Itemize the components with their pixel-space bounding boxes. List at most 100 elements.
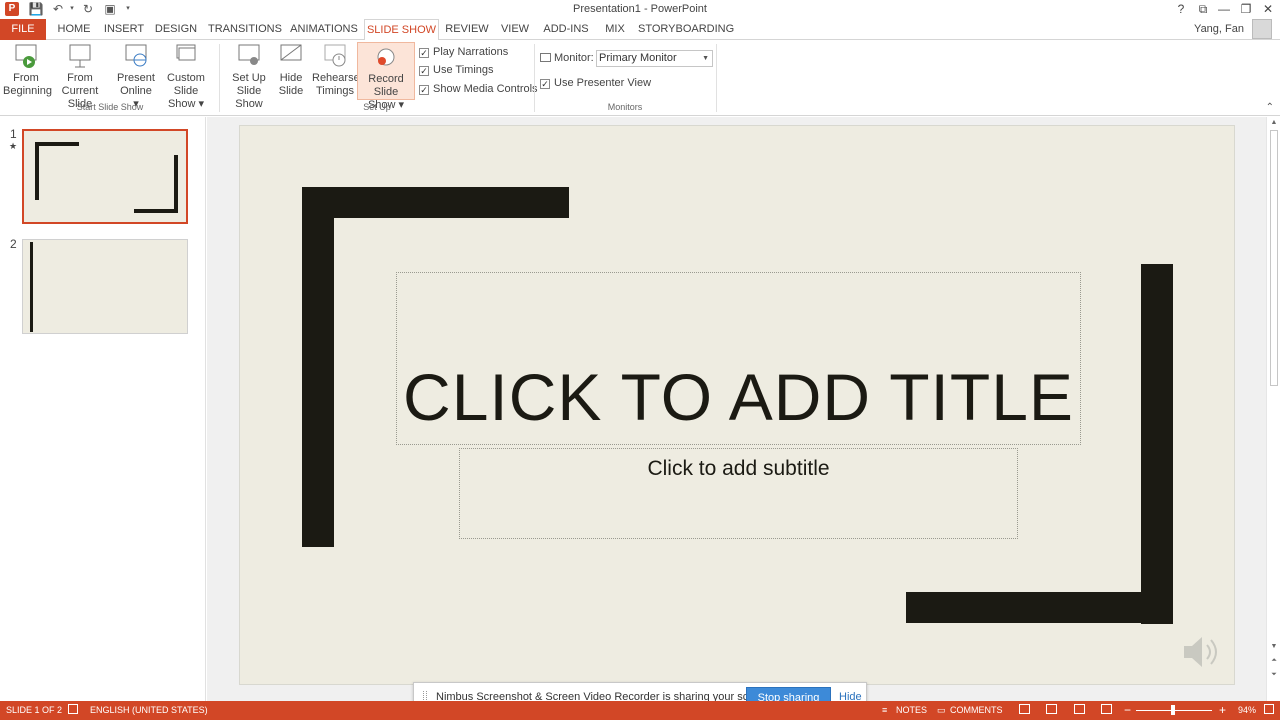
- fit-slide-icon[interactable]: [1264, 704, 1274, 714]
- zoom-in-button[interactable]: +: [1219, 703, 1226, 717]
- collapse-ribbon-icon[interactable]: ⌃: [1266, 102, 1274, 113]
- record-slide-show-button[interactable]: Record Slide Show ▾: [357, 42, 415, 111]
- rehearse-timings-icon: [324, 44, 346, 67]
- present-online-button[interactable]: Present Online ▾: [116, 42, 156, 111]
- group-label-start-slide-show: Start Slide Show: [76, 102, 144, 112]
- checkbox-box: ✓: [419, 85, 429, 95]
- ribbon-display-options-icon[interactable]: ⧉: [1192, 0, 1214, 18]
- tab-view[interactable]: VIEW: [498, 19, 532, 40]
- user-name[interactable]: Yang, Fan: [1194, 23, 1244, 35]
- custom-slide-show-icon: [176, 44, 196, 61]
- tab-insert[interactable]: INSERT: [102, 19, 146, 40]
- hide-slide-button[interactable]: Hide Slide: [276, 42, 306, 98]
- tab-storyboarding[interactable]: STORYBOARDING: [638, 19, 734, 40]
- checkbox-box: ✓: [540, 79, 550, 89]
- notes-icon[interactable]: ≡: [882, 705, 887, 715]
- rehearse-label-2: Timings: [315, 85, 355, 97]
- play-narrations-checkbox[interactable]: ✓ Play Narrations: [419, 45, 508, 59]
- corner-bar-bottom-right: [906, 592, 1173, 623]
- slide-thumbnail-1[interactable]: [22, 129, 188, 224]
- vertical-scrollbar[interactable]: ▲ ▼ ⏶ ⏷: [1266, 117, 1280, 701]
- show-media-controls-label: Show Media Controls: [433, 83, 538, 95]
- hide-slide-label-2: Slide: [278, 85, 304, 97]
- tab-slide-show[interactable]: SLIDE SHOW: [364, 19, 439, 41]
- tab-mix[interactable]: MIX: [600, 19, 630, 40]
- chevron-down-icon: ▼: [702, 55, 709, 62]
- from-current-slide-button[interactable]: From Current Slide: [52, 42, 108, 111]
- zoom-level[interactable]: 94%: [1238, 705, 1256, 715]
- rehearse-label-1: Rehearse: [312, 72, 360, 84]
- slide-count-status[interactable]: SLIDE 1 OF 2: [6, 705, 62, 715]
- rehearse-timings-button[interactable]: Rehearse Timings: [312, 42, 360, 98]
- tab-home[interactable]: HOME: [56, 19, 92, 40]
- avatar[interactable]: [1252, 19, 1272, 39]
- from-beginning-button[interactable]: From Beginning: [3, 42, 52, 98]
- group-separator: [716, 44, 717, 112]
- from-beginning-label-2: Beginning: [3, 85, 52, 97]
- scroll-down-icon[interactable]: ▼: [1267, 641, 1280, 653]
- help-icon[interactable]: ?: [1170, 0, 1192, 18]
- monitor-select[interactable]: Primary Monitor ▼: [596, 50, 713, 67]
- restore-icon[interactable]: ❐: [1235, 0, 1257, 18]
- set-up-slide-show-icon: [238, 44, 260, 65]
- checkbox-box: ✓: [419, 48, 429, 58]
- slide-thumbnail-2[interactable]: [22, 239, 188, 334]
- thumbnail-number: 1: [10, 127, 17, 141]
- corner-bar-left: [302, 187, 334, 547]
- setup-label-2: Slide Show: [235, 85, 263, 110]
- hide-slide-icon: [280, 44, 302, 61]
- subtitle-placeholder[interactable]: Click to add subtitle: [459, 448, 1018, 539]
- previous-slide-icon[interactable]: ⏶: [1267, 655, 1280, 667]
- next-slide-icon[interactable]: ⏷: [1267, 669, 1280, 681]
- language-status[interactable]: ENGLISH (UNITED STATES): [90, 705, 208, 715]
- group-separator: [534, 44, 535, 112]
- thumb-bar: [35, 142, 79, 146]
- close-icon[interactable]: ✕: [1257, 0, 1279, 18]
- reading-view-icon[interactable]: [1074, 704, 1085, 714]
- title-placeholder[interactable]: CLICK TO ADD TITLE: [396, 272, 1081, 445]
- spell-check-icon[interactable]: [68, 704, 78, 714]
- tab-design[interactable]: DESIGN: [154, 19, 198, 40]
- zoom-slider-handle[interactable]: [1171, 705, 1175, 715]
- zoom-out-button[interactable]: −: [1124, 703, 1131, 717]
- slide-show-view-icon[interactable]: [1101, 704, 1112, 714]
- tab-animations[interactable]: ANIMATIONS: [288, 19, 360, 40]
- custom-show-label-1: Custom Slide: [167, 72, 205, 97]
- minimize-icon[interactable]: —: [1213, 0, 1235, 18]
- normal-view-icon[interactable]: [1019, 704, 1030, 714]
- record-slide-show-icon: [377, 48, 395, 66]
- subtitle-placeholder-text: Click to add subtitle: [647, 457, 830, 480]
- group-label-monitors: Monitors: [607, 102, 643, 112]
- slide-sorter-view-icon[interactable]: [1046, 704, 1057, 714]
- thumb-bar: [174, 155, 178, 213]
- audio-speaker-icon[interactable]: [1180, 632, 1224, 672]
- comments-icon[interactable]: ▭: [937, 705, 946, 716]
- set-up-slide-show-button[interactable]: Set Up Slide Show: [223, 42, 275, 111]
- title-bar: P 💾 ↶ ▾ ↻ ▣ ▾ Presentation1 - PowerPoint…: [0, 0, 1280, 19]
- setup-label-1: Set Up: [232, 72, 266, 84]
- present-online-label-1: Present: [117, 72, 155, 84]
- tab-review[interactable]: REVIEW: [444, 19, 490, 40]
- thumb-bar: [35, 142, 39, 200]
- tab-file[interactable]: FILE: [0, 19, 46, 40]
- ribbon-tabs: FILE HOME INSERT DESIGN TRANSITIONS ANIM…: [0, 19, 1280, 41]
- present-online-icon: [125, 44, 147, 67]
- use-presenter-view-checkbox[interactable]: ✓ Use Presenter View: [540, 76, 651, 90]
- play-narrations-label: Play Narrations: [433, 46, 509, 58]
- monitor-label-text: Monitor:: [554, 52, 594, 64]
- scroll-up-icon[interactable]: ▲: [1267, 117, 1280, 129]
- slide-canvas[interactable]: CLICK TO ADD TITLE Click to add subtitle: [239, 125, 1235, 685]
- use-timings-checkbox[interactable]: ✓ Use Timings: [419, 63, 494, 77]
- tab-add-ins[interactable]: ADD-INS: [540, 19, 592, 40]
- comments-button[interactable]: COMMENTS: [950, 705, 1003, 715]
- hide-slide-label-1: Hide: [279, 72, 303, 84]
- tab-transitions[interactable]: TRANSITIONS: [208, 19, 282, 40]
- window-title: Presentation1 - PowerPoint: [573, 3, 707, 15]
- use-presenter-view-label: Use Presenter View: [554, 77, 652, 89]
- notes-button[interactable]: NOTES: [896, 705, 927, 715]
- custom-slide-show-button[interactable]: Custom Slide Show ▾: [156, 42, 216, 111]
- slide-thumbnails-pane: 1 ★ 2: [0, 117, 206, 701]
- corner-bar-right: [1141, 264, 1173, 624]
- show-media-controls-checkbox[interactable]: ✓ Show Media Controls: [419, 82, 538, 96]
- scrollbar-thumb[interactable]: [1270, 130, 1278, 386]
